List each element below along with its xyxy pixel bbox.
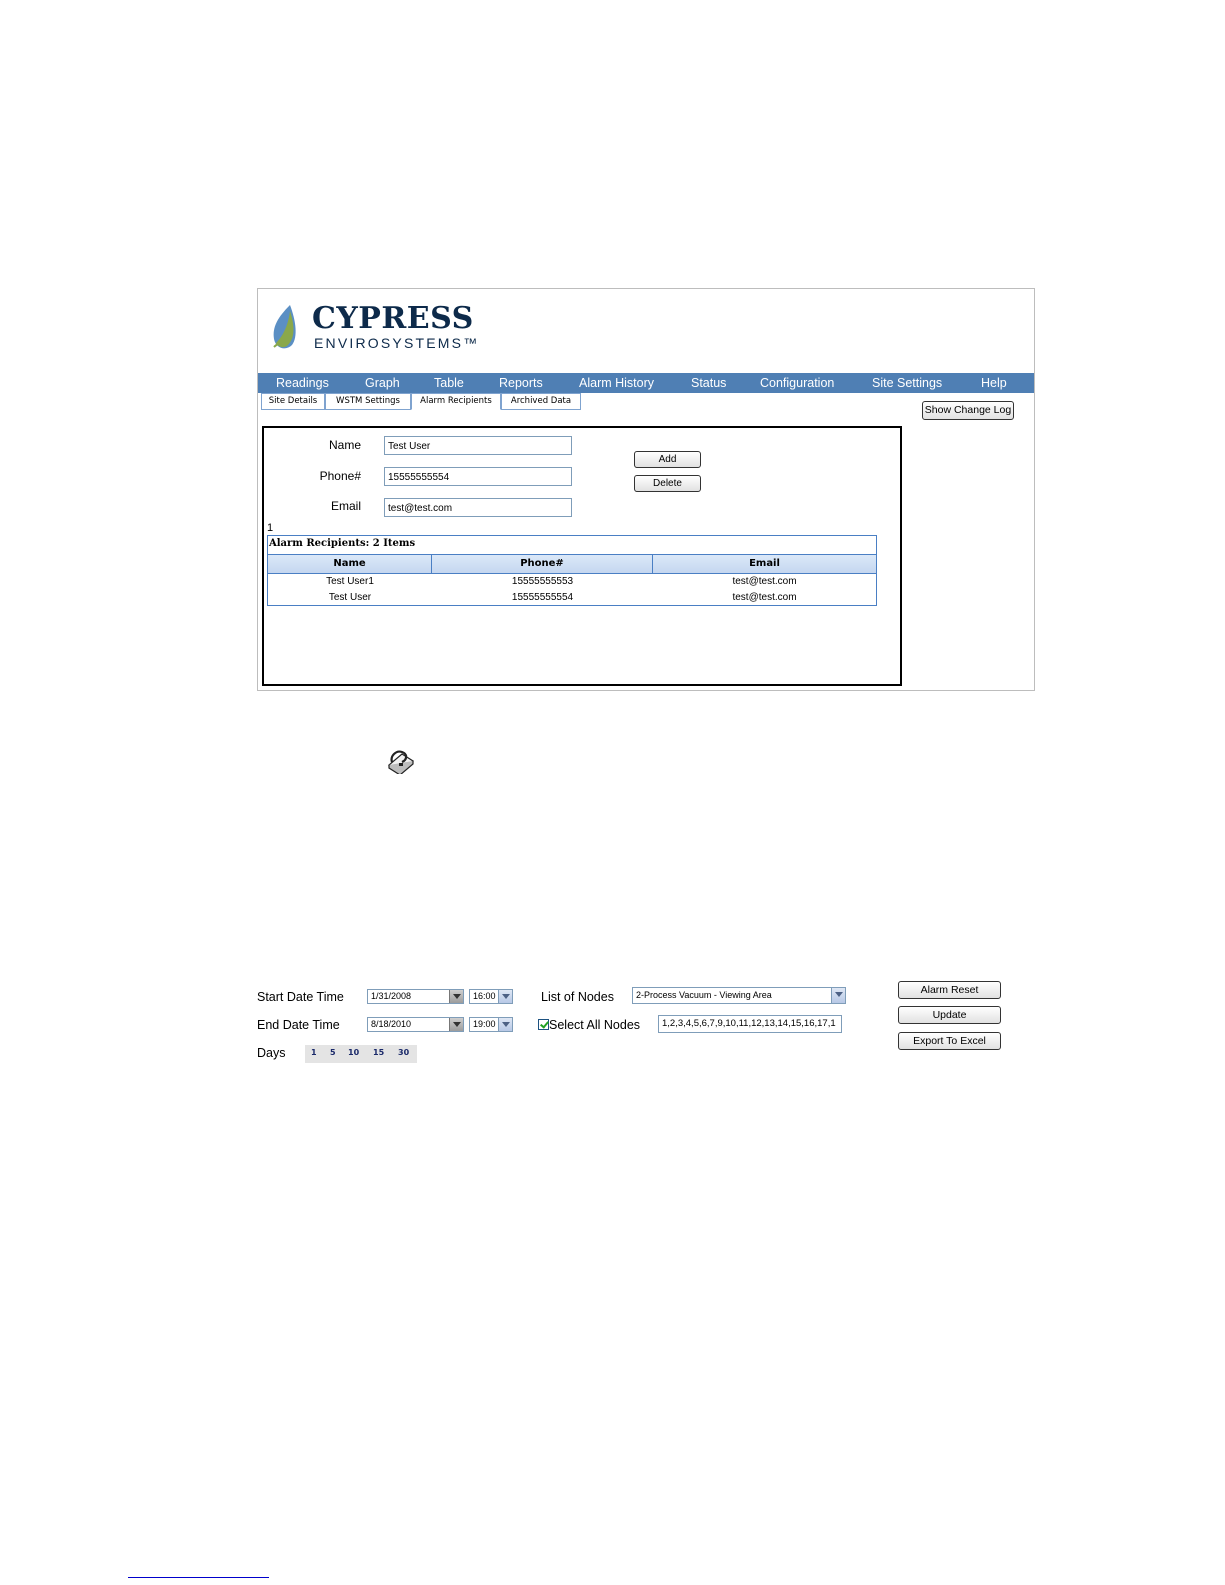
table-caption: Alarm Recipients: 2 Items (269, 538, 416, 549)
list-of-nodes-label: List of Nodes (541, 990, 614, 1004)
show-change-log-button[interactable]: Show Change Log (922, 401, 1014, 420)
tab-archived-data[interactable]: Archived Data (501, 393, 581, 410)
days-option-10[interactable]: 10 (348, 1048, 359, 1057)
chevron-down-icon[interactable] (831, 988, 845, 1003)
chevron-down-icon[interactable] (498, 990, 512, 1003)
select-all-nodes-checkbox[interactable] (538, 1019, 549, 1030)
alarm-recipients-table: Alarm Recipients: 2 Items Name Phone# Em… (267, 535, 877, 606)
add-button[interactable]: Add (634, 451, 701, 468)
nav-table[interactable]: Table (434, 376, 464, 390)
alarm-recipients-panel: Name Test User Phone# 15555555554 Email … (262, 426, 902, 686)
start-date-value: 1/31/2008 (371, 991, 412, 1001)
start-date-picker[interactable]: 1/31/2008 (367, 989, 464, 1004)
table-header: Name Phone# Email (268, 554, 876, 574)
select-all-nodes-label: Select All Nodes (549, 1018, 641, 1032)
nav-site-settings[interactable]: Site Settings (872, 376, 942, 390)
nav-alarm-history[interactable]: Alarm History (579, 376, 654, 390)
brand-name: CYPRESS (312, 301, 474, 336)
table-row[interactable]: Test User1 15555555553 test@test.com (268, 574, 876, 590)
nav-reports[interactable]: Reports (499, 376, 543, 390)
column-header-phone[interactable]: Phone# (432, 555, 653, 573)
alarm-recipients-screenshot: CYPRESS ENVIROSYSTEMS™ Readings Graph Ta… (257, 288, 1035, 691)
cell-name: Test User (328, 592, 372, 603)
cypress-leaf-logo-icon (273, 305, 296, 349)
days-option-5[interactable]: 5 (330, 1048, 336, 1057)
end-date-time-label: End Date Time (257, 1018, 340, 1032)
tab-wstm-settings[interactable]: WSTM Settings (325, 393, 411, 410)
nav-configuration[interactable]: Configuration (760, 376, 834, 390)
nodes-selected-value: 2-Process Vacuum - Viewing Area (636, 990, 772, 1000)
footer-link-underline[interactable] (128, 1577, 269, 1578)
update-button[interactable]: Update (898, 1006, 1001, 1024)
phone-input[interactable]: 15555555554 (384, 467, 572, 486)
days-option-15[interactable]: 15 (373, 1048, 384, 1057)
phone-label: Phone# (319, 469, 361, 483)
end-date-picker[interactable]: 8/18/2010 (367, 1017, 464, 1032)
days-label: Days (257, 1046, 286, 1060)
tab-alarm-recipients[interactable]: Alarm Recipients (411, 393, 501, 410)
days-option-30[interactable]: 30 (398, 1048, 409, 1057)
chevron-down-icon[interactable] (498, 1018, 512, 1031)
end-time-value: 19:00 (473, 1019, 496, 1029)
email-label: Email (330, 499, 361, 513)
start-date-time-label: Start Date Time (257, 990, 344, 1004)
cell-phone: 15555555553 (511, 576, 574, 587)
nav-graph[interactable]: Graph (365, 376, 400, 390)
cell-email: test@test.com (732, 576, 797, 587)
delete-button[interactable]: Delete (634, 475, 701, 492)
column-header-email[interactable]: Email (653, 555, 876, 573)
nav-status[interactable]: Status (691, 376, 726, 390)
help-book-icon (387, 750, 415, 774)
cell-name: Test User1 (326, 576, 374, 587)
cell-phone: 15555555554 (511, 592, 574, 603)
column-header-name[interactable]: Name (268, 555, 432, 573)
email-input[interactable]: test@test.com (384, 498, 572, 517)
end-date-value: 8/18/2010 (371, 1019, 412, 1029)
main-nav-bar: Readings Graph Table Reports Alarm Histo… (258, 373, 1034, 393)
cell-email: test@test.com (732, 592, 797, 603)
export-to-excel-button[interactable]: Export To Excel (898, 1032, 1001, 1050)
start-time-value: 16:00 (473, 991, 496, 1001)
name-label: Name (328, 438, 361, 452)
nodes-list-input[interactable]: 1,2,3,4,5,6,7,9,10,11,12,13,14,15,16,17,… (658, 1015, 842, 1033)
end-calendar-icon[interactable] (449, 1018, 463, 1031)
tab-site-details[interactable]: Site Details (261, 393, 325, 410)
brand-subtitle: ENVIROSYSTEMS™ (314, 335, 480, 351)
table-row[interactable]: Test User 15555555554 test@test.com (268, 590, 876, 606)
start-calendar-icon[interactable] (449, 990, 463, 1003)
nav-help[interactable]: Help (981, 376, 1007, 390)
nav-readings[interactable]: Readings (276, 376, 329, 390)
alarm-reset-button[interactable]: Alarm Reset (898, 981, 1001, 999)
name-input[interactable]: Test User (384, 436, 572, 455)
pager-page-1[interactable]: 1 (267, 522, 273, 534)
nodes-select[interactable]: 2-Process Vacuum - Viewing Area (632, 987, 846, 1004)
days-quick-select: 1 5 10 15 30 (305, 1045, 417, 1063)
start-time-select[interactable]: 16:00 (469, 989, 513, 1004)
days-option-1[interactable]: 1 (311, 1048, 317, 1057)
end-time-select[interactable]: 19:00 (469, 1017, 513, 1032)
